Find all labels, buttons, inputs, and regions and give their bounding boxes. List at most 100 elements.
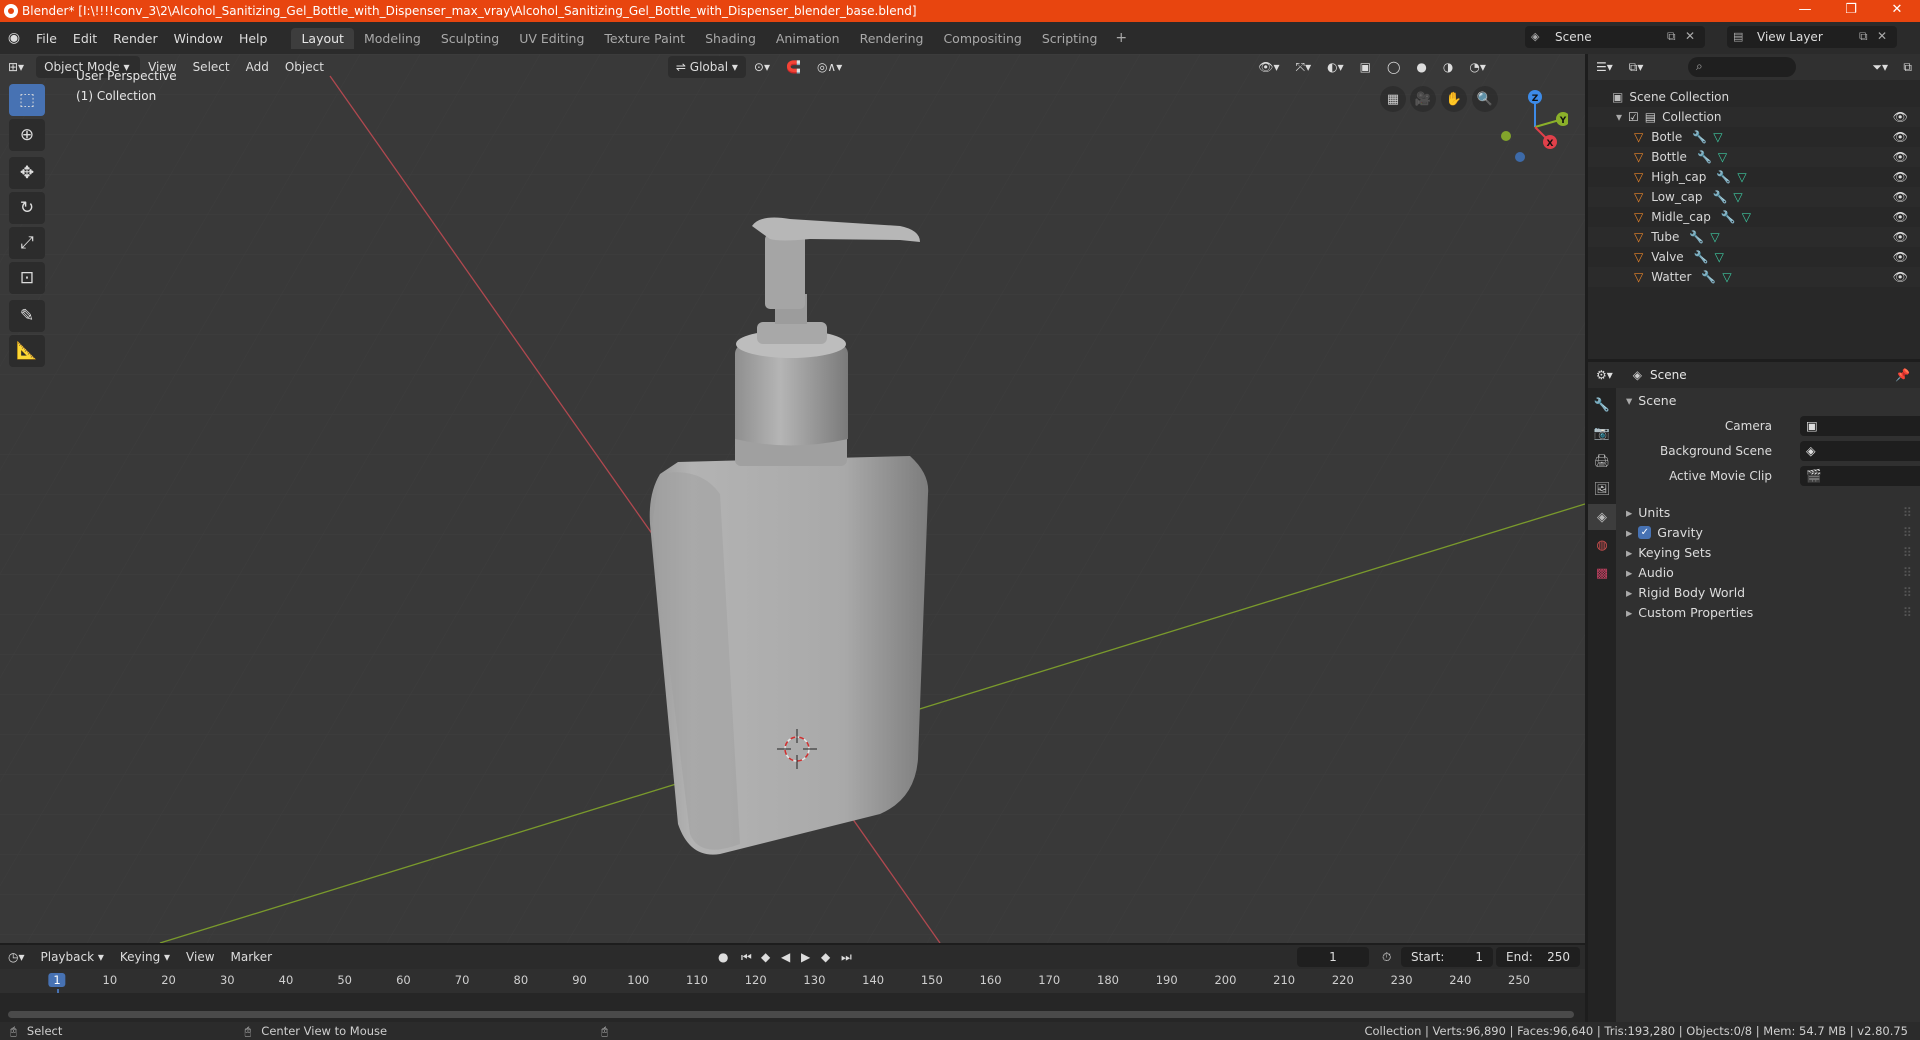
mesh-data-icon[interactable]: ▽ [1722, 270, 1731, 284]
visibility-eye-icon[interactable]: 👁 [1893, 190, 1908, 204]
visibility-eye-icon[interactable]: 👁 [1893, 130, 1908, 144]
new-collection-icon[interactable]: ⧉ [1895, 56, 1920, 78]
maximize-button[interactable]: ❐ [1828, 0, 1874, 22]
mesh-data-icon[interactable]: ▽ [1742, 210, 1751, 224]
modifier-wrench-icon[interactable]: 🔧 [1692, 130, 1707, 144]
render-tab-icon[interactable]: 📷 [1588, 420, 1616, 446]
measure-tool-icon[interactable]: 📐 [9, 335, 45, 367]
modifier-wrench-icon[interactable]: 🔧 [1697, 150, 1712, 164]
new-scene-icon[interactable]: ⧉ [1667, 29, 1683, 45]
menu-edit[interactable]: Edit [65, 31, 105, 46]
timeline-scrollbar[interactable] [8, 1011, 1574, 1018]
outliner-object-row[interactable]: ▽ High_cap 🔧 ▽ 👁 [1588, 167, 1920, 187]
world-tab-icon[interactable]: ◍ [1588, 532, 1616, 558]
overlay-icon[interactable]: ◐▾ [1319, 56, 1352, 78]
blender-menu-icon[interactable]: ◉ [0, 22, 28, 54]
menu-help[interactable]: Help [231, 31, 276, 46]
output-tab-icon[interactable]: 🖨 [1588, 448, 1616, 474]
annotate-tool-icon[interactable]: ✎ [9, 300, 45, 332]
snap-icon[interactable]: 🧲 [778, 56, 809, 78]
view-layer-tab-icon[interactable]: 🖼 [1588, 476, 1616, 502]
tool-tab-icon[interactable]: 🔧 [1588, 392, 1616, 418]
scene-panel-header[interactable]: ▾ Scene [1616, 388, 1920, 412]
visibility-eye-icon[interactable]: 👁 [1893, 230, 1908, 244]
visibility-eye-icon[interactable]: 👁 [1893, 150, 1908, 164]
drag-handle-icon[interactable]: ⠿ [1903, 605, 1912, 620]
menu-marker[interactable]: Marker [223, 946, 280, 968]
current-frame-field[interactable]: 1 [1297, 947, 1369, 967]
select-box-tool-icon[interactable]: ⬚ [9, 84, 45, 116]
scene-selector[interactable]: ◈ Scene ⧉ ✕ [1525, 26, 1705, 48]
subpanel-header[interactable]: ▸ Custom Properties ⠿ [1616, 600, 1920, 624]
menu-window[interactable]: Window [166, 31, 231, 46]
drag-handle-icon[interactable]: ⠿ [1903, 505, 1912, 520]
menu-select[interactable]: Select [185, 56, 238, 78]
timeline-ruler[interactable]: 1 10 20 30 40 50 60 70 80 90 100 110 120 130 140 150 160… [0, 969, 1585, 1022]
background-scene-field[interactable]: ◈ [1800, 441, 1920, 461]
pan-view-icon[interactable]: ✋ [1441, 86, 1467, 112]
shading-material-icon[interactable]: ◑ [1435, 56, 1461, 78]
drag-handle-icon[interactable]: ⠿ [1903, 585, 1912, 600]
visibility-eye-icon[interactable]: 👁 [1893, 250, 1908, 264]
current-frame-marker[interactable]: 1 [48, 973, 66, 987]
shading-wireframe-icon[interactable]: ◯ [1379, 56, 1408, 78]
texture-tab-icon[interactable]: ▩ [1588, 560, 1616, 586]
3d-viewport[interactable]: ⊞▾ Object Mode ▾ View Select Add Object … [0, 54, 1585, 943]
end-frame-field[interactable]: End: 250 [1496, 947, 1580, 967]
modifier-wrench-icon[interactable]: 🔧 [1689, 230, 1704, 244]
outliner-search-input[interactable]: ⌕ [1688, 57, 1796, 77]
outliner-editor-type-icon[interactable]: ☰▾ [1588, 56, 1621, 78]
mesh-data-icon[interactable]: ▽ [1718, 150, 1727, 164]
outliner-object-row[interactable]: ▽ Bottle 🔧 ▽ 👁 [1588, 147, 1920, 167]
drag-handle-icon[interactable]: ⠿ [1903, 545, 1912, 560]
outliner-object-row[interactable]: ▽ Valve 🔧 ▽ 👁 [1588, 247, 1920, 267]
preview-range-icon[interactable]: ⏱ [1374, 946, 1399, 968]
drag-handle-icon[interactable]: ⠿ [1903, 525, 1912, 540]
expand-icon[interactable]: ▾ [1616, 110, 1622, 124]
add-workspace-icon[interactable]: + [1107, 30, 1135, 46]
tab-scripting[interactable]: Scripting [1032, 28, 1108, 49]
active-movie-clip-field[interactable]: 🎬 [1800, 466, 1920, 486]
outliner-object-row[interactable]: ▽ Tube 🔧 ▽ 👁 [1588, 227, 1920, 247]
pivot-icon[interactable]: ⊙▾ [746, 56, 778, 78]
display-mode-icon[interactable]: ⧉▾ [1621, 56, 1652, 78]
editor-type-icon[interactable]: ⊞▾ [0, 56, 32, 78]
modifier-wrench-icon[interactable]: 🔧 [1694, 250, 1709, 264]
outliner-object-row[interactable]: ▽ Botle 🔧 ▽ 👁 [1588, 127, 1920, 147]
modifier-wrench-icon[interactable]: 🔧 [1701, 270, 1716, 284]
menu-add[interactable]: Add [238, 56, 277, 78]
tab-animation[interactable]: Animation [766, 28, 850, 49]
outliner-collection[interactable]: ▾ ☑ ▤ Collection 👁 [1588, 107, 1920, 127]
mesh-data-icon[interactable]: ▽ [1715, 250, 1724, 264]
menu-object[interactable]: Object [277, 56, 332, 78]
delete-scene-icon[interactable]: ✕ [1685, 29, 1701, 45]
outliner-scene-collection[interactable]: ▣ Scene Collection [1588, 87, 1920, 107]
transform-tool-icon[interactable]: ⊡ [9, 262, 45, 294]
shading-solid-icon[interactable]: ● [1408, 56, 1434, 78]
modifier-wrench-icon[interactable]: 🔧 [1712, 190, 1727, 204]
close-button[interactable]: ✕ [1874, 0, 1920, 22]
orientation-dropdown[interactable]: ⇌ Global ▾ [667, 56, 746, 78]
rotate-tool-icon[interactable]: ↻ [9, 192, 45, 224]
tab-rendering[interactable]: Rendering [850, 28, 934, 49]
outliner-object-row[interactable]: ▽ Midle_cap 🔧 ▽ 👁 [1588, 207, 1920, 227]
modifier-wrench-icon[interactable]: 🔧 [1716, 170, 1731, 184]
jump-end-icon[interactable]: ⏭ [833, 946, 860, 968]
tab-modeling[interactable]: Modeling [354, 28, 431, 49]
gravity-checkbox[interactable]: ✓ [1638, 525, 1652, 539]
visibility-eye-icon[interactable]: 👁 [1893, 210, 1908, 224]
tab-compositing[interactable]: Compositing [933, 28, 1031, 49]
visibility-eye-icon[interactable]: 👁 [1893, 270, 1908, 284]
start-frame-field[interactable]: Start: 1 [1401, 947, 1493, 967]
outliner-object-row[interactable]: ▽ Watter 🔧 ▽ 👁 [1588, 267, 1920, 287]
modifier-wrench-icon[interactable]: 🔧 [1721, 210, 1736, 224]
visibility-eye-icon[interactable]: 👁 [1893, 110, 1908, 124]
menu-keying[interactable]: Keying ▾ [112, 946, 178, 968]
mesh-data-icon[interactable]: ▽ [1713, 130, 1722, 144]
toggle-grid-icon[interactable]: ▦ [1380, 86, 1406, 112]
mesh-data-icon[interactable]: ▽ [1737, 170, 1746, 184]
delete-view-layer-icon[interactable]: ✕ [1877, 29, 1893, 45]
scene-tab-icon[interactable]: ◈ [1588, 504, 1616, 530]
shading-rendered-icon[interactable]: ◔▾ [1461, 56, 1494, 78]
minimize-button[interactable]: — [1782, 0, 1828, 22]
